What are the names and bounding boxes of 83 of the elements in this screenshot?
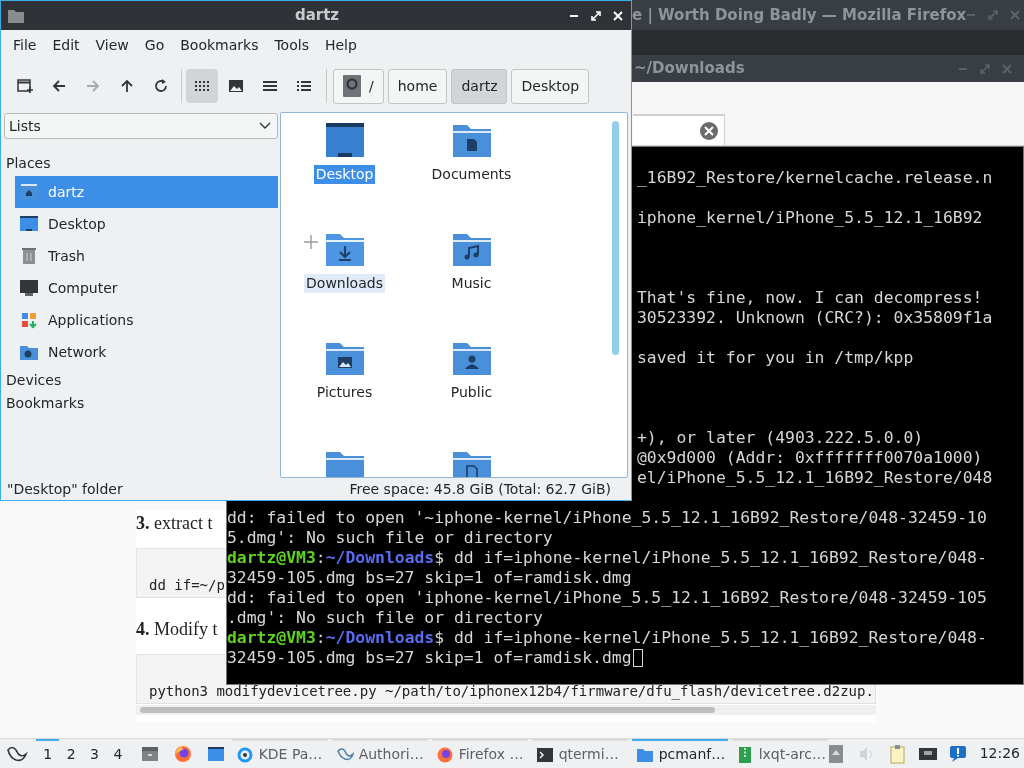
terminal-line: dartz@VM3:~/Downloads$ dd if=iphone-kernel/iPhone_5.5_12.1_16B92_Restore/048- [227,548,987,568]
lists-dropdown[interactable]: Lists [4,113,278,139]
desktop-switch-button[interactable]: 1 [36,738,60,768]
desktop-switch-button[interactable]: 3 [82,738,107,768]
sidebar-item[interactable]: Applications [15,304,278,336]
section-header: Bookmarks [5,394,86,413]
path-button[interactable]: Desktop [511,68,590,104]
menu-item[interactable]: Help [316,34,365,56]
menu-item[interactable]: File [5,34,45,56]
desktop-switch-button[interactable]: 2 [59,738,83,768]
terminal-line: @0x9d000 (Addr: 0xfffffff0070a1000) [637,448,983,468]
terminal-line: iphone_kernel/iPhone_5.5_12.1_16B92 [637,208,983,228]
task-button[interactable]: pcmanf… [631,738,728,768]
applications-icon [19,310,39,330]
terminal-line: 32459-105.dmg bs=27 skip=1 of=ramdisk.dmg [227,648,632,668]
code-text: python3 modifydevicetree.py ~/path/to/iphonex12b4/firmware/dfu_flash/devicetree.d2zup. [149,682,874,700]
task-button[interactable]: KDE Pa… [231,738,328,768]
image-icon [227,77,245,95]
step-text: 3. extract t [136,512,213,535]
terminal-line: .dmg': No such file or directory [227,608,543,628]
file-label[interactable]: Pictures [314,383,375,402]
menu-item[interactable]: View [87,34,137,56]
section-header: Places [5,154,52,173]
status-text: Free space: 45.8 GiB (Total: 62.7 GiB) [349,479,611,499]
clipboard-icon[interactable] [887,743,908,764]
trash-icon [19,246,39,266]
window-title: dartz [294,5,340,27]
window-title: ~/Downloads [634,58,745,80]
task-button[interactable]: lxqt-arc… [731,738,828,768]
icons-view-button[interactable] [186,69,218,103]
terminal-line: 5.dmg': No such file or directory [227,528,553,548]
terminal-line: dd: failed to open '~iphone-kernel/iPhone_5.5_12.1_16B92_Restore/048-32459-10 [227,508,987,528]
desktop-switch-button[interactable]: 4 [106,738,130,768]
terminal-line: 32459-105.dmg bs=27 skip=1 of=ramdisk.dmg [227,568,632,588]
task-button[interactable]: qtermi… [531,738,628,768]
folder-icon [7,7,25,24]
path-button[interactable]: home [387,68,448,104]
status-text: "Desktop" folder [7,479,123,499]
file-label[interactable]: Music [449,274,494,293]
sidebar-item[interactable]: Desktop [15,208,278,240]
sidebar-item[interactable]: Trash [15,240,278,272]
terminal-line: 30523392. Unknown (CRC?): 0x35809f1a [637,308,993,328]
firefox-icon[interactable] [172,743,193,764]
desktop-icon [19,214,39,234]
reload-icon [152,77,170,95]
terminal-line: That's fine, now. I can decompress! [637,288,983,308]
path-button[interactable]: dartz [451,68,508,104]
menu-item[interactable]: Bookmarks [172,34,267,56]
terminal-line: +), or later (4903.222.5.0.0) [637,428,924,448]
menu-item[interactable]: Tools [266,34,317,56]
terminal-line: saved it for you in /tmp/kpp [637,348,914,368]
desktop-icon[interactable] [324,121,365,159]
file-label[interactable]: Documents [429,165,514,184]
window-title: e | Worth Doing Badly — Mozilla Firefox [632,4,967,26]
gear-ring-icon [235,745,254,764]
sidebar-item[interactable]: Network [15,336,278,368]
code-text: dd if=~/p [149,576,225,594]
computer-icon [19,278,39,298]
section-header: Devices [5,371,63,390]
terminal-line: dd: failed to open 'iphone-kernel/iPhone_5.5_12.1_16B92_Restore/048-32459-105 [227,588,987,608]
notification-icon[interactable] [947,743,968,764]
task-button[interactable]: Firefox … [431,738,528,768]
file-label[interactable]: Public [448,383,495,402]
menu-item[interactable]: Go [136,34,173,56]
task-button[interactable]: Authori… [331,738,428,768]
sidebar-item[interactable]: Computer [15,272,278,304]
path-button[interactable]: / [333,68,384,104]
menu-item[interactable]: Edit [44,34,88,56]
new-tab-icon [16,77,34,95]
terminal-line: dartz@VM3:~/Downloads$ dd if=iphone-kernel/iPhone_5.5_12.1_16B92_Restore/048- [227,628,987,648]
firefox-icon [435,745,454,764]
vertical-scrollbar[interactable] [612,121,619,355]
chevron-down-icon [259,122,271,130]
home-icon [19,182,39,202]
terminal-line: _16B92_Restore/kernelcache.release.n [637,168,993,188]
step-text: 4. Modify t [136,618,218,641]
clock[interactable]: 12:26 [979,743,1020,764]
file-label[interactable]: Downloads [304,274,385,293]
terminal-icon [535,745,554,764]
horizontal-scrollbar[interactable] [136,705,876,715]
terminal-line: el/iPhone_5.5_12.1_16B92_Restore/048 [637,468,993,488]
drive-icon [343,75,361,97]
terminal-tab[interactable] [633,114,725,145]
